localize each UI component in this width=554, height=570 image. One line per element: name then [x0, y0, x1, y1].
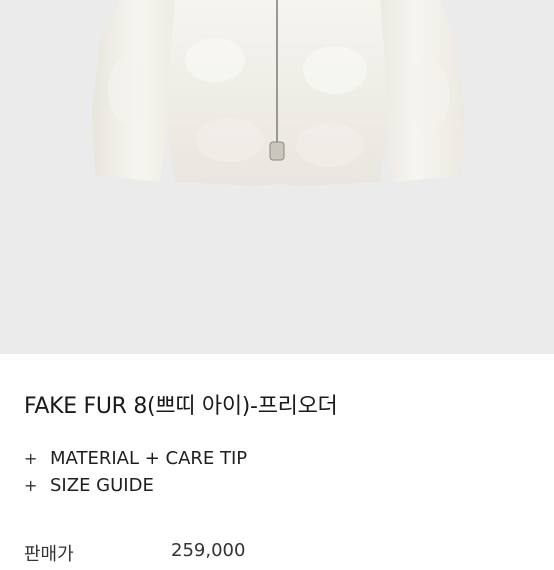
- size-guide-label: SIZE GUIDE: [50, 475, 154, 496]
- material-care-link[interactable]: + MATERIAL + CARE TIP: [24, 448, 247, 469]
- price-row: 판매가 259,000: [24, 540, 544, 570]
- jacket-illustration: [92, 0, 464, 186]
- size-guide-link[interactable]: + SIZE GUIDE: [24, 475, 154, 496]
- product-image: [0, 0, 554, 354]
- product-title: FAKE FUR 8(쁘띠 아이)-프리오더: [24, 394, 338, 419]
- material-care-label: MATERIAL + CARE TIP: [50, 448, 248, 469]
- price-label: 판매가: [24, 544, 74, 565]
- plus-icon: +: [24, 449, 38, 468]
- zipper-pull: [269, 141, 285, 161]
- price-value: 259,000: [171, 540, 246, 561]
- plus-icon: +: [24, 476, 38, 495]
